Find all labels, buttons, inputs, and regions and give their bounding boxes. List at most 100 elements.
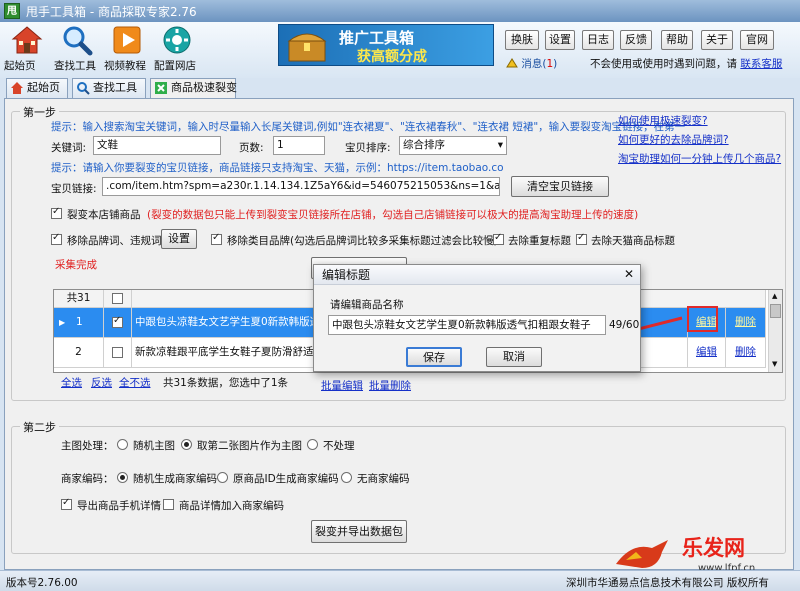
delete-link[interactable]: 删除 xyxy=(735,316,756,328)
contact-support-link[interactable]: 联系客服 xyxy=(740,58,782,70)
main-image-random-label: 随机主图 xyxy=(133,440,175,452)
main-image-none-label: 不处理 xyxy=(323,440,355,452)
product-name-input[interactable]: 中跟包头凉鞋女文艺学生夏0新款韩版透气扣粗跟女鞋子 xyxy=(328,315,606,335)
messages[interactable]: 消息(1) xyxy=(506,56,557,71)
select-none-link[interactable]: 全不选 xyxy=(119,375,151,390)
tab-find-tools-label: 查找工具 xyxy=(93,81,137,94)
search-icon xyxy=(63,26,93,56)
help-text: 不会使用或使用时遇到问题，请 联系客服 xyxy=(590,56,782,71)
row-delete-cell: 删除 xyxy=(726,308,766,338)
feedback-button[interactable]: 反馈 xyxy=(620,30,652,50)
app-logo-icon: 甩 xyxy=(4,3,20,19)
detail-code-checkbox[interactable] xyxy=(163,499,174,510)
edit-title-dialog: 编辑标题 ✕ 请编辑商品名称 中跟包头凉鞋女文艺学生夏0新款韩版透气扣粗跟女鞋子… xyxy=(313,264,641,372)
char-counter: 49/60 xyxy=(609,319,640,331)
status-bar: 版本号2.76.00 深圳市华通易点信息技术有限公司 版权所有 xyxy=(0,570,800,591)
tab-home-label: 起始页 xyxy=(27,81,60,94)
tab-home[interactable]: 起始页 xyxy=(6,78,68,98)
sort-select[interactable]: 综合排序 ▾ xyxy=(399,136,507,155)
step1-title: 第一步 xyxy=(20,104,59,120)
row-index: 1 xyxy=(76,316,83,328)
bull-logo-icon xyxy=(616,540,668,568)
video-tutorial-button-label: 视频教程 xyxy=(104,60,146,72)
scroll-down-icon[interactable]: ▼ xyxy=(772,360,777,368)
about-button[interactable]: 关于 xyxy=(701,30,733,50)
main-image-second-label: 取第二张图片作为主图 xyxy=(197,440,302,452)
find-tools-button[interactable]: 查找工具 xyxy=(54,24,100,76)
clear-link-button[interactable]: 清空宝贝链接 xyxy=(511,176,609,197)
code-random-radio[interactable] xyxy=(117,472,128,483)
keyword-input[interactable]: 文鞋 xyxy=(93,136,221,155)
delete-link[interactable]: 删除 xyxy=(735,346,756,358)
main-image-random-radio[interactable] xyxy=(117,439,128,450)
remove-brand-checkbox[interactable] xyxy=(51,232,62,245)
dialog-title: 编辑标题 xyxy=(314,265,640,285)
code-none-radio[interactable] xyxy=(341,472,352,483)
link-label: 宝贝链接: xyxy=(51,183,97,195)
home-icon xyxy=(11,26,43,54)
cancel-button[interactable]: 取消 xyxy=(486,347,542,367)
product-link-input[interactable]: .com/item.htm?spm=a230r.1.14.134.1Z5aY6&… xyxy=(102,177,500,196)
step1-hint-link: 提示：请输入你要裂变的宝贝链接，商品链接只支持淘宝、天猫，示例：https://… xyxy=(51,162,504,174)
merchant-code-label: 商家编码： xyxy=(61,473,114,485)
remove-tmall-checkbox[interactable] xyxy=(576,232,587,245)
remove-category-checkbox[interactable] xyxy=(211,232,222,245)
export-mobile-label: 导出商品手机详情 xyxy=(77,500,161,512)
keyword-label: 关键词: xyxy=(51,142,87,154)
tab-quick-split-label: 商品极速裂变 xyxy=(171,81,237,94)
split-export-button[interactable]: 裂变并导出数据包 xyxy=(311,520,407,543)
brand-settings-button[interactable]: 设置 xyxy=(161,229,197,249)
configure-shop-button[interactable]: 配置网店 xyxy=(154,24,200,76)
pages-label: 页数: xyxy=(239,142,264,154)
website-button[interactable]: 官网 xyxy=(740,30,774,50)
video-tutorial-button[interactable]: 视频教程 xyxy=(104,24,150,76)
batch-delete-link[interactable]: 批量删除 xyxy=(369,378,411,393)
company-label: 深圳市华通易点信息技术有限公司 版权所有 xyxy=(566,577,769,589)
tab-find-tools[interactable]: 查找工具 xyxy=(72,78,146,98)
grid-scrollbar[interactable]: ▲ ▼ xyxy=(768,290,782,372)
main-image-second-radio[interactable] xyxy=(181,439,192,450)
close-icon[interactable]: ✕ xyxy=(624,267,634,281)
select-all-link[interactable]: 全选 xyxy=(61,375,82,390)
edit-link[interactable]: 编辑 xyxy=(696,346,717,358)
remove-category-label: 移除类目品牌(勾选后品牌词比较多采集标题过滤会比较慢) xyxy=(227,235,498,247)
code-none-label: 无商家编码 xyxy=(357,473,410,485)
tab-quick-split[interactable]: 商品极速裂变 xyxy=(150,78,237,99)
split-shop-note: (裂变的数据包只能上传到裂变宝贝链接所在店铺，勾选自己店铺链接可以极大的提高淘宝… xyxy=(147,209,639,221)
table-row[interactable]: ▶ 1 xyxy=(54,308,104,338)
main-image-label: 主图处理： xyxy=(61,440,114,452)
skin-button[interactable]: 换肤 xyxy=(505,30,539,50)
sort-label: 宝贝排序: xyxy=(345,142,391,154)
row-checkbox[interactable] xyxy=(112,315,123,328)
watermark-text: 乐发网 xyxy=(682,535,745,560)
code-original-id-radio[interactable] xyxy=(217,472,228,483)
configure-shop-button-label: 配置网店 xyxy=(154,60,196,72)
batch-edit-link[interactable]: 批量编辑 xyxy=(321,378,363,393)
split-shop-label: 裂变本店铺商品 xyxy=(67,209,141,221)
remove-brand-link[interactable]: 如何更好的去除品牌词? xyxy=(618,132,729,147)
collect-status: 采集完成 xyxy=(55,259,97,271)
window-title: 甩手工具箱 - 商品採取专家2.76 xyxy=(26,5,197,19)
row-checkbox[interactable] xyxy=(112,347,123,358)
invert-selection-link[interactable]: 反选 xyxy=(91,375,112,390)
help-button[interactable]: 帮助 xyxy=(661,30,693,50)
select-all-checkbox[interactable] xyxy=(112,293,123,304)
table-row[interactable]: 2 xyxy=(54,338,104,368)
dedupe-title-checkbox[interactable] xyxy=(493,232,504,245)
home-button[interactable]: 起始页 xyxy=(4,24,50,76)
scroll-up-icon[interactable]: ▲ xyxy=(772,292,777,300)
row-check-cell xyxy=(104,308,132,338)
promo-banner[interactable]: 推广工具箱 获高额分成 xyxy=(278,24,494,66)
scroll-thumb[interactable] xyxy=(770,304,781,318)
settings-button[interactable]: 设置 xyxy=(545,30,575,50)
log-button[interactable]: 日志 xyxy=(582,30,614,50)
pages-input[interactable]: 1 xyxy=(273,136,325,155)
export-mobile-checkbox[interactable] xyxy=(61,497,72,510)
how-to-split-link[interactable]: 如何使用极速裂变? xyxy=(618,113,708,128)
home-button-label: 起始页 xyxy=(4,60,36,72)
save-button[interactable]: 保存 xyxy=(406,347,462,367)
main-image-none-radio[interactable] xyxy=(307,439,318,450)
upload-speed-link[interactable]: 淘宝助理如何一分钟上传几个商品? xyxy=(618,151,781,166)
split-shop-checkbox[interactable] xyxy=(51,206,62,219)
code-random-label: 随机生成商家编码 xyxy=(133,473,217,485)
